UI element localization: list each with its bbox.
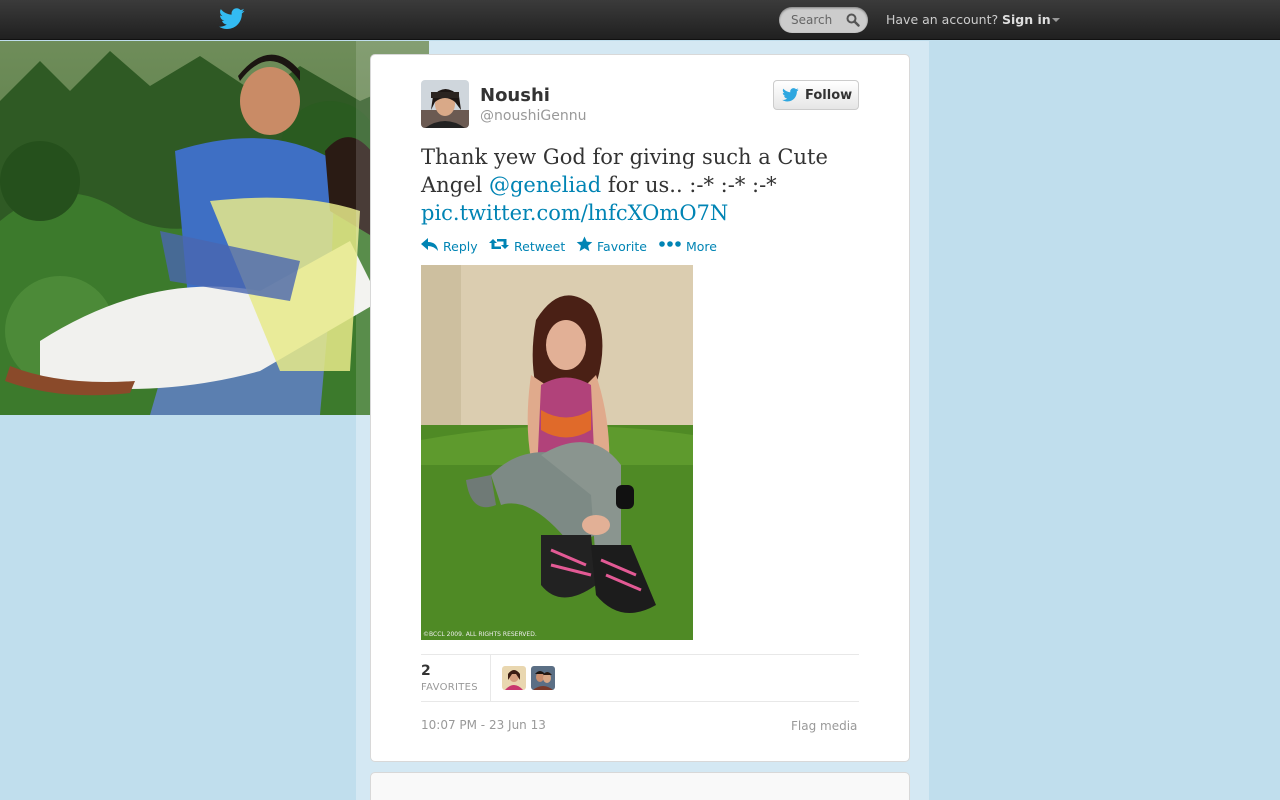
tweet-media-photo[interactable]: ©BCCL 2009. ALL RIGHTS RESERVED.	[421, 265, 693, 640]
pic-link[interactable]: pic.twitter.com/lnfcXOmO7N	[421, 201, 728, 225]
media-copyright-caption: ©BCCL 2009. ALL RIGHTS RESERVED.	[423, 631, 537, 638]
top-bar: Have an account? Sign in	[0, 0, 1280, 40]
stats-divider	[490, 655, 491, 701]
favorites-label[interactable]: FAVORITES	[421, 682, 478, 693]
tweet-card: Noushi @noushiGennu Follow Thank yew God…	[370, 54, 910, 762]
follow-label: Follow	[805, 88, 853, 103]
tweet-timestamp[interactable]: 10:07 PM - 23 Jun 13	[421, 718, 546, 732]
next-card	[370, 772, 910, 800]
favoriter-avatar[interactable]	[502, 666, 526, 690]
more-dots-icon	[659, 241, 681, 247]
mention-link[interactable]: @geneliad	[489, 173, 601, 197]
caret-down-icon[interactable]	[1052, 18, 1060, 22]
tweet-text: Thank yew God for giving such a Cute Ang…	[421, 143, 861, 227]
tweet-stats: 2 FAVORITES	[421, 654, 859, 702]
twitter-bird-icon	[782, 88, 799, 102]
search-input[interactable]	[779, 7, 847, 33]
more-label: More	[686, 239, 717, 254]
favoriter-avatar[interactable]	[531, 666, 555, 690]
twitter-bird-logo-icon[interactable]	[219, 8, 245, 30]
tweet-text-part: for us.. :-* :-* :-*	[601, 173, 777, 197]
avatar[interactable]	[421, 80, 469, 128]
follow-button[interactable]: Follow	[773, 80, 859, 110]
account-full-name[interactable]: Noushi	[480, 85, 550, 106]
profile-background-photo	[0, 41, 429, 415]
search-box	[779, 7, 868, 33]
retweet-icon	[489, 239, 509, 249]
magnifier-search-icon[interactable]	[846, 13, 860, 27]
flag-media-link[interactable]: Flag media	[791, 719, 857, 733]
favorites-count[interactable]: 2	[421, 663, 431, 679]
reply-label: Reply	[443, 239, 478, 254]
reply-icon	[421, 238, 438, 251]
sign-in-link[interactable]: Sign in	[1002, 12, 1051, 27]
favorite-label: Favorite	[597, 239, 647, 254]
have-account-text: Have an account?	[886, 12, 999, 27]
retweet-label: Retweet	[514, 239, 566, 254]
account-username[interactable]: @noushiGennu	[480, 108, 586, 124]
star-icon	[576, 236, 593, 252]
